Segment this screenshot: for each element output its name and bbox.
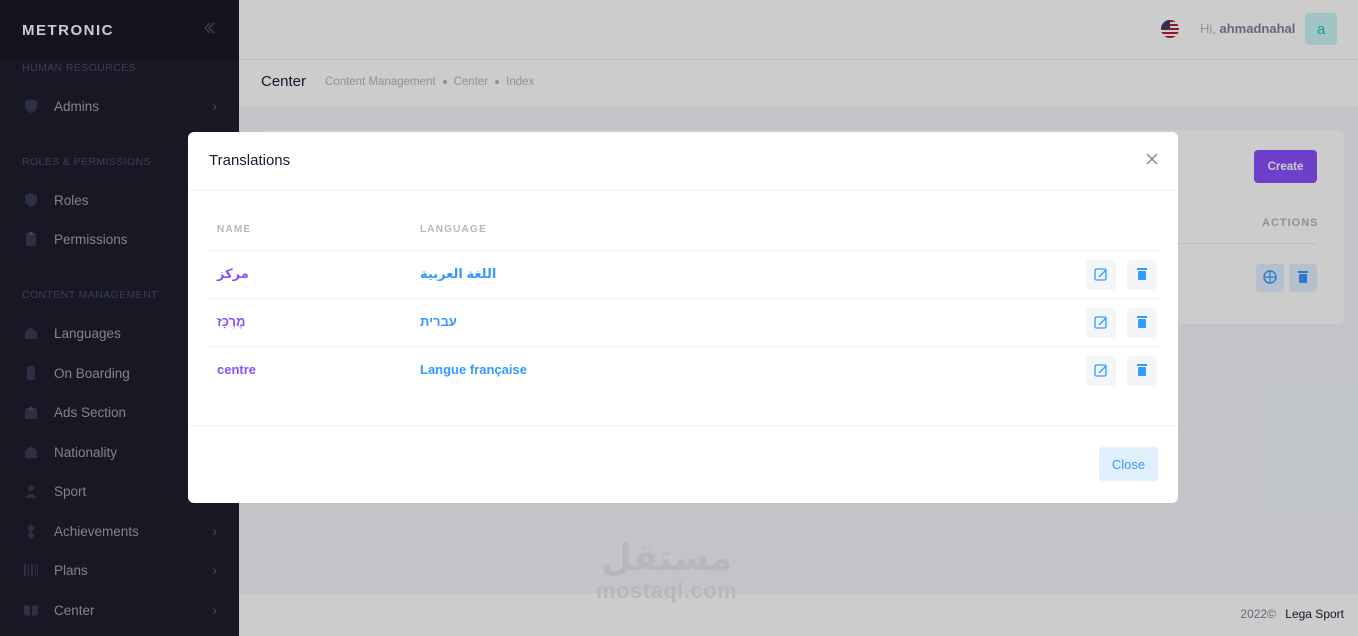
edit-button[interactable] (1086, 356, 1116, 386)
close-button[interactable]: Close (1099, 447, 1158, 481)
translation-language: Langue française (420, 362, 527, 377)
edit-icon (1094, 267, 1108, 284)
translation-name: centre (217, 362, 257, 377)
trash-icon (1136, 315, 1148, 332)
translation-name: مركز (217, 266, 249, 281)
translation-language: עברית (420, 314, 457, 329)
modal-body: NAME LANGUAGE مركز اللغة العربية מֶרְכָּ… (188, 191, 1178, 426)
modal-footer: Close (188, 426, 1178, 502)
edit-button[interactable] (1086, 260, 1116, 290)
column-header-language: LANGUAGE (420, 224, 487, 235)
table-row: מֶרְכָּז עברית (209, 298, 1159, 346)
modal-title: Translations (209, 152, 291, 169)
modal-header: Translations (188, 132, 1178, 191)
translation-name: מֶרְכָּז (217, 314, 246, 329)
translations-modal: Translations NAME LANGUAGE مركز اللغة ال… (188, 132, 1178, 503)
table-row: centre Langue française (209, 346, 1159, 394)
column-header-name: NAME (217, 224, 252, 235)
delete-button[interactable] (1127, 308, 1157, 338)
edit-icon (1094, 363, 1108, 380)
delete-button[interactable] (1127, 260, 1157, 290)
edit-icon (1094, 315, 1108, 332)
trash-icon (1136, 267, 1148, 284)
trash-icon (1136, 363, 1148, 380)
edit-button[interactable] (1086, 308, 1116, 338)
delete-button[interactable] (1127, 356, 1157, 386)
close-icon[interactable] (1144, 151, 1160, 167)
table-row: مركز اللغة العربية (209, 250, 1159, 298)
translation-language: اللغة العربية (420, 266, 497, 281)
